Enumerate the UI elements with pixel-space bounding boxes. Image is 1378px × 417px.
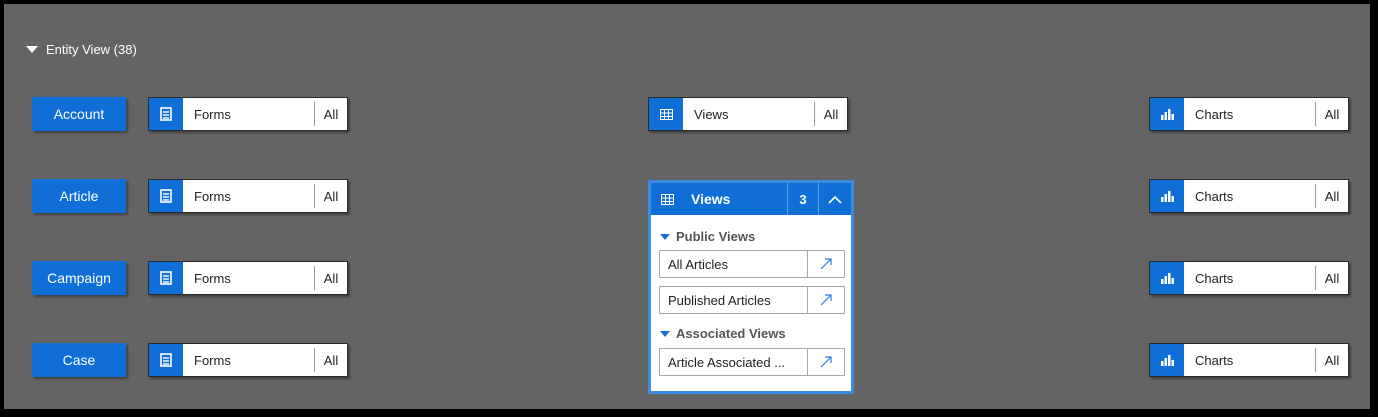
- forms-tile-account[interactable]: Forms All: [148, 97, 348, 131]
- entity-campaign-button[interactable]: Campaign: [32, 261, 126, 295]
- bar-chart-icon: [1150, 344, 1184, 376]
- forms-tile-article[interactable]: Forms All: [148, 179, 348, 213]
- bar-chart-icon: [1150, 180, 1184, 212]
- charts-label: Charts: [1195, 188, 1234, 204]
- charts-label: Charts: [1195, 106, 1234, 122]
- forms-label: Forms: [194, 188, 231, 204]
- views-panel-article: Views 3 Public Views All Articles Publis…: [648, 180, 854, 394]
- open-arrow-icon[interactable]: [807, 287, 844, 313]
- caret-down-icon[interactable]: [660, 330, 670, 337]
- views-tile-account[interactable]: Views All: [648, 97, 848, 131]
- forms-all-link[interactable]: All: [315, 344, 347, 376]
- view-name[interactable]: Published Articles: [660, 287, 807, 313]
- views-all-link[interactable]: All: [815, 98, 847, 130]
- charts-all-link[interactable]: All: [1316, 180, 1348, 212]
- views-panel-title: Views: [691, 191, 731, 207]
- charts-tile-campaign[interactable]: Charts All: [1149, 261, 1349, 295]
- section-title: Entity View (38): [46, 41, 137, 57]
- charts-label: Charts: [1195, 352, 1234, 368]
- section-header[interactable]: Entity View (38): [26, 41, 137, 57]
- form-document-icon: [149, 180, 183, 212]
- view-name[interactable]: Article Associated ...: [660, 349, 807, 375]
- view-name[interactable]: All Articles: [660, 251, 807, 277]
- entity-article-button[interactable]: Article: [32, 179, 126, 213]
- view-item[interactable]: Published Articles: [659, 286, 845, 314]
- view-item[interactable]: Article Associated ...: [659, 348, 845, 376]
- bar-chart-icon: [1150, 98, 1184, 130]
- entity-label: Account: [53, 106, 105, 122]
- entity-label: Case: [62, 352, 96, 368]
- bar-chart-icon: [1150, 262, 1184, 294]
- charts-tile-article[interactable]: Charts All: [1149, 179, 1349, 213]
- views-count-badge: 3: [787, 183, 818, 215]
- forms-label: Forms: [194, 106, 231, 122]
- grid-table-icon: [651, 183, 683, 215]
- entity-account-button[interactable]: Account: [32, 97, 126, 131]
- charts-tile-case[interactable]: Charts All: [1149, 343, 1349, 377]
- caret-down-icon[interactable]: [26, 45, 38, 53]
- charts-tile-account[interactable]: Charts All: [1149, 97, 1349, 131]
- charts-all-link[interactable]: All: [1316, 98, 1348, 130]
- group-label: Associated Views: [676, 326, 786, 341]
- view-item[interactable]: All Articles: [659, 250, 845, 278]
- entity-case-button[interactable]: Case: [32, 343, 126, 377]
- entity-label: Campaign: [47, 270, 111, 286]
- charts-label: Charts: [1195, 270, 1234, 286]
- forms-all-link[interactable]: All: [315, 180, 347, 212]
- open-arrow-icon[interactable]: [807, 251, 844, 277]
- form-document-icon: [149, 262, 183, 294]
- forms-tile-campaign[interactable]: Forms All: [148, 261, 348, 295]
- caret-down-icon[interactable]: [660, 233, 670, 240]
- entity-label: Article: [59, 188, 99, 204]
- views-panel-header[interactable]: Views 3: [651, 183, 851, 215]
- forms-tile-case[interactable]: Forms All: [148, 343, 348, 377]
- charts-all-link[interactable]: All: [1316, 262, 1348, 294]
- group-associated-views[interactable]: Associated Views: [660, 326, 786, 341]
- entity-view-canvas: Entity View (38) Account Forms All Views…: [4, 4, 1370, 409]
- form-document-icon: [149, 344, 183, 376]
- forms-all-link[interactable]: All: [315, 98, 347, 130]
- chevron-up-icon[interactable]: [818, 183, 851, 215]
- forms-all-link[interactable]: All: [315, 262, 347, 294]
- charts-all-link[interactable]: All: [1316, 344, 1348, 376]
- group-public-views[interactable]: Public Views: [660, 229, 755, 244]
- form-document-icon: [149, 98, 183, 130]
- forms-label: Forms: [194, 270, 231, 286]
- grid-table-icon: [649, 98, 683, 130]
- group-label: Public Views: [676, 229, 756, 244]
- views-label: Views: [694, 106, 729, 122]
- forms-label: Forms: [194, 352, 231, 368]
- open-arrow-icon[interactable]: [807, 349, 844, 375]
